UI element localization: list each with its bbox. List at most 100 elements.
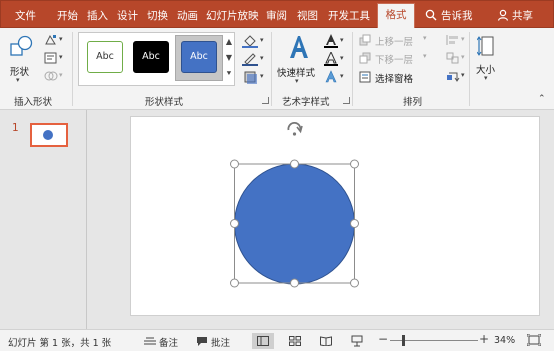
tell-me-box[interactable]: 告诉我 <box>425 5 473 27</box>
tab-transitions[interactable]: 切换 <box>147 5 168 27</box>
align-dropdown-icon: ▾ <box>461 35 465 43</box>
slideshow-icon <box>351 335 363 347</box>
bring-forward-dropdown-icon: ▾ <box>423 34 427 42</box>
thumbnail-circle-shape <box>43 130 53 140</box>
zoom-in-button[interactable]: + <box>479 332 489 346</box>
rotate-dropdown-icon[interactable]: ▾ <box>461 71 465 79</box>
tab-view[interactable]: 视图 <box>297 5 318 27</box>
tab-review[interactable]: 审阅 <box>266 5 287 27</box>
tell-me-label: 告诉我 <box>441 10 473 22</box>
group-divider <box>469 32 470 106</box>
shape-styles-launcher-icon[interactable] <box>262 97 269 104</box>
shape-style-gallery[interactable]: Abc Abc Abc <box>78 32 235 86</box>
bring-forward-icon <box>359 34 371 46</box>
bring-forward-label: 上移一层 <box>375 37 414 48</box>
slide-thumbnail[interactable] <box>30 123 68 147</box>
shape-effects-dropdown-icon[interactable]: ▾ <box>260 72 264 80</box>
text-box-dropdown-icon[interactable]: ▾ <box>59 53 63 61</box>
normal-view-button[interactable] <box>252 333 274 349</box>
slide-count-status: 幻灯片 第 1 张，共 1 张 <box>8 338 112 349</box>
status-bar: 幻灯片 第 1 张，共 1 张 备注 批注 − + 34% <box>0 329 554 351</box>
tab-insert[interactable]: 插入 <box>87 5 108 27</box>
comment-icon <box>197 337 207 346</box>
group-label-shape-styles: 形状样式 <box>145 97 184 108</box>
rotate-icon[interactable] <box>446 70 460 82</box>
selection-pane-label: 选择窗格 <box>375 74 414 85</box>
pane-divider[interactable] <box>86 110 87 329</box>
normal-view-icon <box>257 336 269 346</box>
text-outline-icon[interactable] <box>324 52 338 66</box>
group-label-wordart-styles: 艺术字样式 <box>282 97 330 108</box>
edit-shape-icon[interactable] <box>44 34 58 46</box>
text-effects-dropdown-icon[interactable]: ▾ <box>340 72 344 80</box>
share-button[interactable]: 共享 <box>497 5 533 27</box>
person-icon <box>497 9 509 21</box>
gallery-scroll-up-icon[interactable]: ▲ <box>223 34 235 50</box>
wordart-styles-launcher-icon[interactable] <box>343 97 350 104</box>
tab-animations[interactable]: 动画 <box>177 5 198 27</box>
shape-fill-icon[interactable] <box>242 34 258 48</box>
fit-to-window-icon <box>526 333 542 347</box>
merge-shapes-dropdown-icon: ▾ <box>59 71 63 79</box>
fit-to-window-button[interactable] <box>526 333 543 348</box>
slide-number: 1 <box>12 122 19 134</box>
size-button[interactable]: 大小 ▾ <box>474 32 500 82</box>
shape-effects-icon[interactable] <box>242 70 258 84</box>
zoom-level[interactable]: 34% <box>494 335 515 346</box>
send-backward-icon <box>359 52 371 64</box>
shape-style-option[interactable]: Abc <box>181 41 217 73</box>
ribbon-tab-bar: 文件 开始 插入 设计 切换 动画 幻灯片放映 审阅 视图 开发工具 格式 告诉… <box>0 0 554 29</box>
group-dropdown-icon: ▾ <box>461 53 465 61</box>
text-fill-icon[interactable] <box>324 34 338 48</box>
notes-icon <box>144 337 156 345</box>
group-label-insert-shapes: 插入形状 <box>14 97 53 108</box>
gallery-more-icon[interactable]: ⯆ <box>223 66 235 82</box>
text-effects-icon[interactable] <box>324 70 338 84</box>
slide-sorter-icon <box>289 336 301 346</box>
tab-slideshow[interactable]: 幻灯片放映 <box>206 5 259 27</box>
search-icon <box>425 9 437 21</box>
quick-styles-dropdown-icon: ▾ <box>295 77 299 85</box>
shapes-icon <box>10 35 33 56</box>
selection-pane-icon <box>359 71 371 83</box>
share-label: 共享 <box>512 10 533 22</box>
shape-fill-dropdown-icon[interactable]: ▾ <box>260 36 264 44</box>
shape-style-option[interactable]: Abc <box>133 41 169 73</box>
tab-developer[interactable]: 开发工具 <box>328 5 370 27</box>
group-divider <box>352 32 353 106</box>
gallery-scroll-down-icon[interactable]: ▼ <box>223 50 235 66</box>
vertical-scrollbar[interactable] <box>543 110 554 329</box>
shapes-dropdown-icon[interactable]: ▾ <box>16 76 20 84</box>
send-backward-label: 下移一层 <box>375 55 414 66</box>
reading-view-button[interactable] <box>315 333 337 349</box>
merge-shapes-icon <box>44 71 58 81</box>
tab-design[interactable]: 设计 <box>117 5 138 27</box>
align-icon <box>446 35 458 45</box>
slideshow-button[interactable] <box>346 333 368 349</box>
size-dropdown-icon: ▾ <box>484 74 488 82</box>
group-divider <box>72 32 73 106</box>
tab-file[interactable]: 文件 <box>15 5 36 27</box>
slide-sorter-button[interactable] <box>284 333 306 349</box>
slide-canvas[interactable] <box>130 116 540 316</box>
tab-home[interactable]: 开始 <box>57 5 78 27</box>
notes-label: 备注 <box>159 338 179 349</box>
text-outline-dropdown-icon[interactable]: ▾ <box>340 54 344 62</box>
text-fill-dropdown-icon[interactable]: ▾ <box>340 36 344 44</box>
shape-style-option[interactable]: Abc <box>87 41 123 73</box>
group-objects-icon <box>446 52 459 64</box>
text-box-icon[interactable] <box>44 52 58 64</box>
zoom-out-button[interactable]: − <box>378 332 388 346</box>
shape-outline-icon[interactable] <box>242 52 258 66</box>
quick-styles-button[interactable]: 快速样式 ▾ <box>277 32 321 90</box>
zoom-slider-thumb[interactable] <box>402 335 405 346</box>
shapes-button[interactable]: 形状 <box>8 32 36 78</box>
group-divider <box>271 32 272 106</box>
tab-format[interactable]: 格式 <box>377 3 415 29</box>
size-icon <box>477 36 494 56</box>
reading-view-icon <box>320 336 332 346</box>
edit-shape-dropdown-icon[interactable]: ▾ <box>59 35 63 43</box>
collapse-ribbon-icon[interactable]: ⌃ <box>538 94 546 104</box>
shape-outline-dropdown-icon[interactable]: ▾ <box>260 54 264 62</box>
comments-label: 批注 <box>211 338 231 349</box>
